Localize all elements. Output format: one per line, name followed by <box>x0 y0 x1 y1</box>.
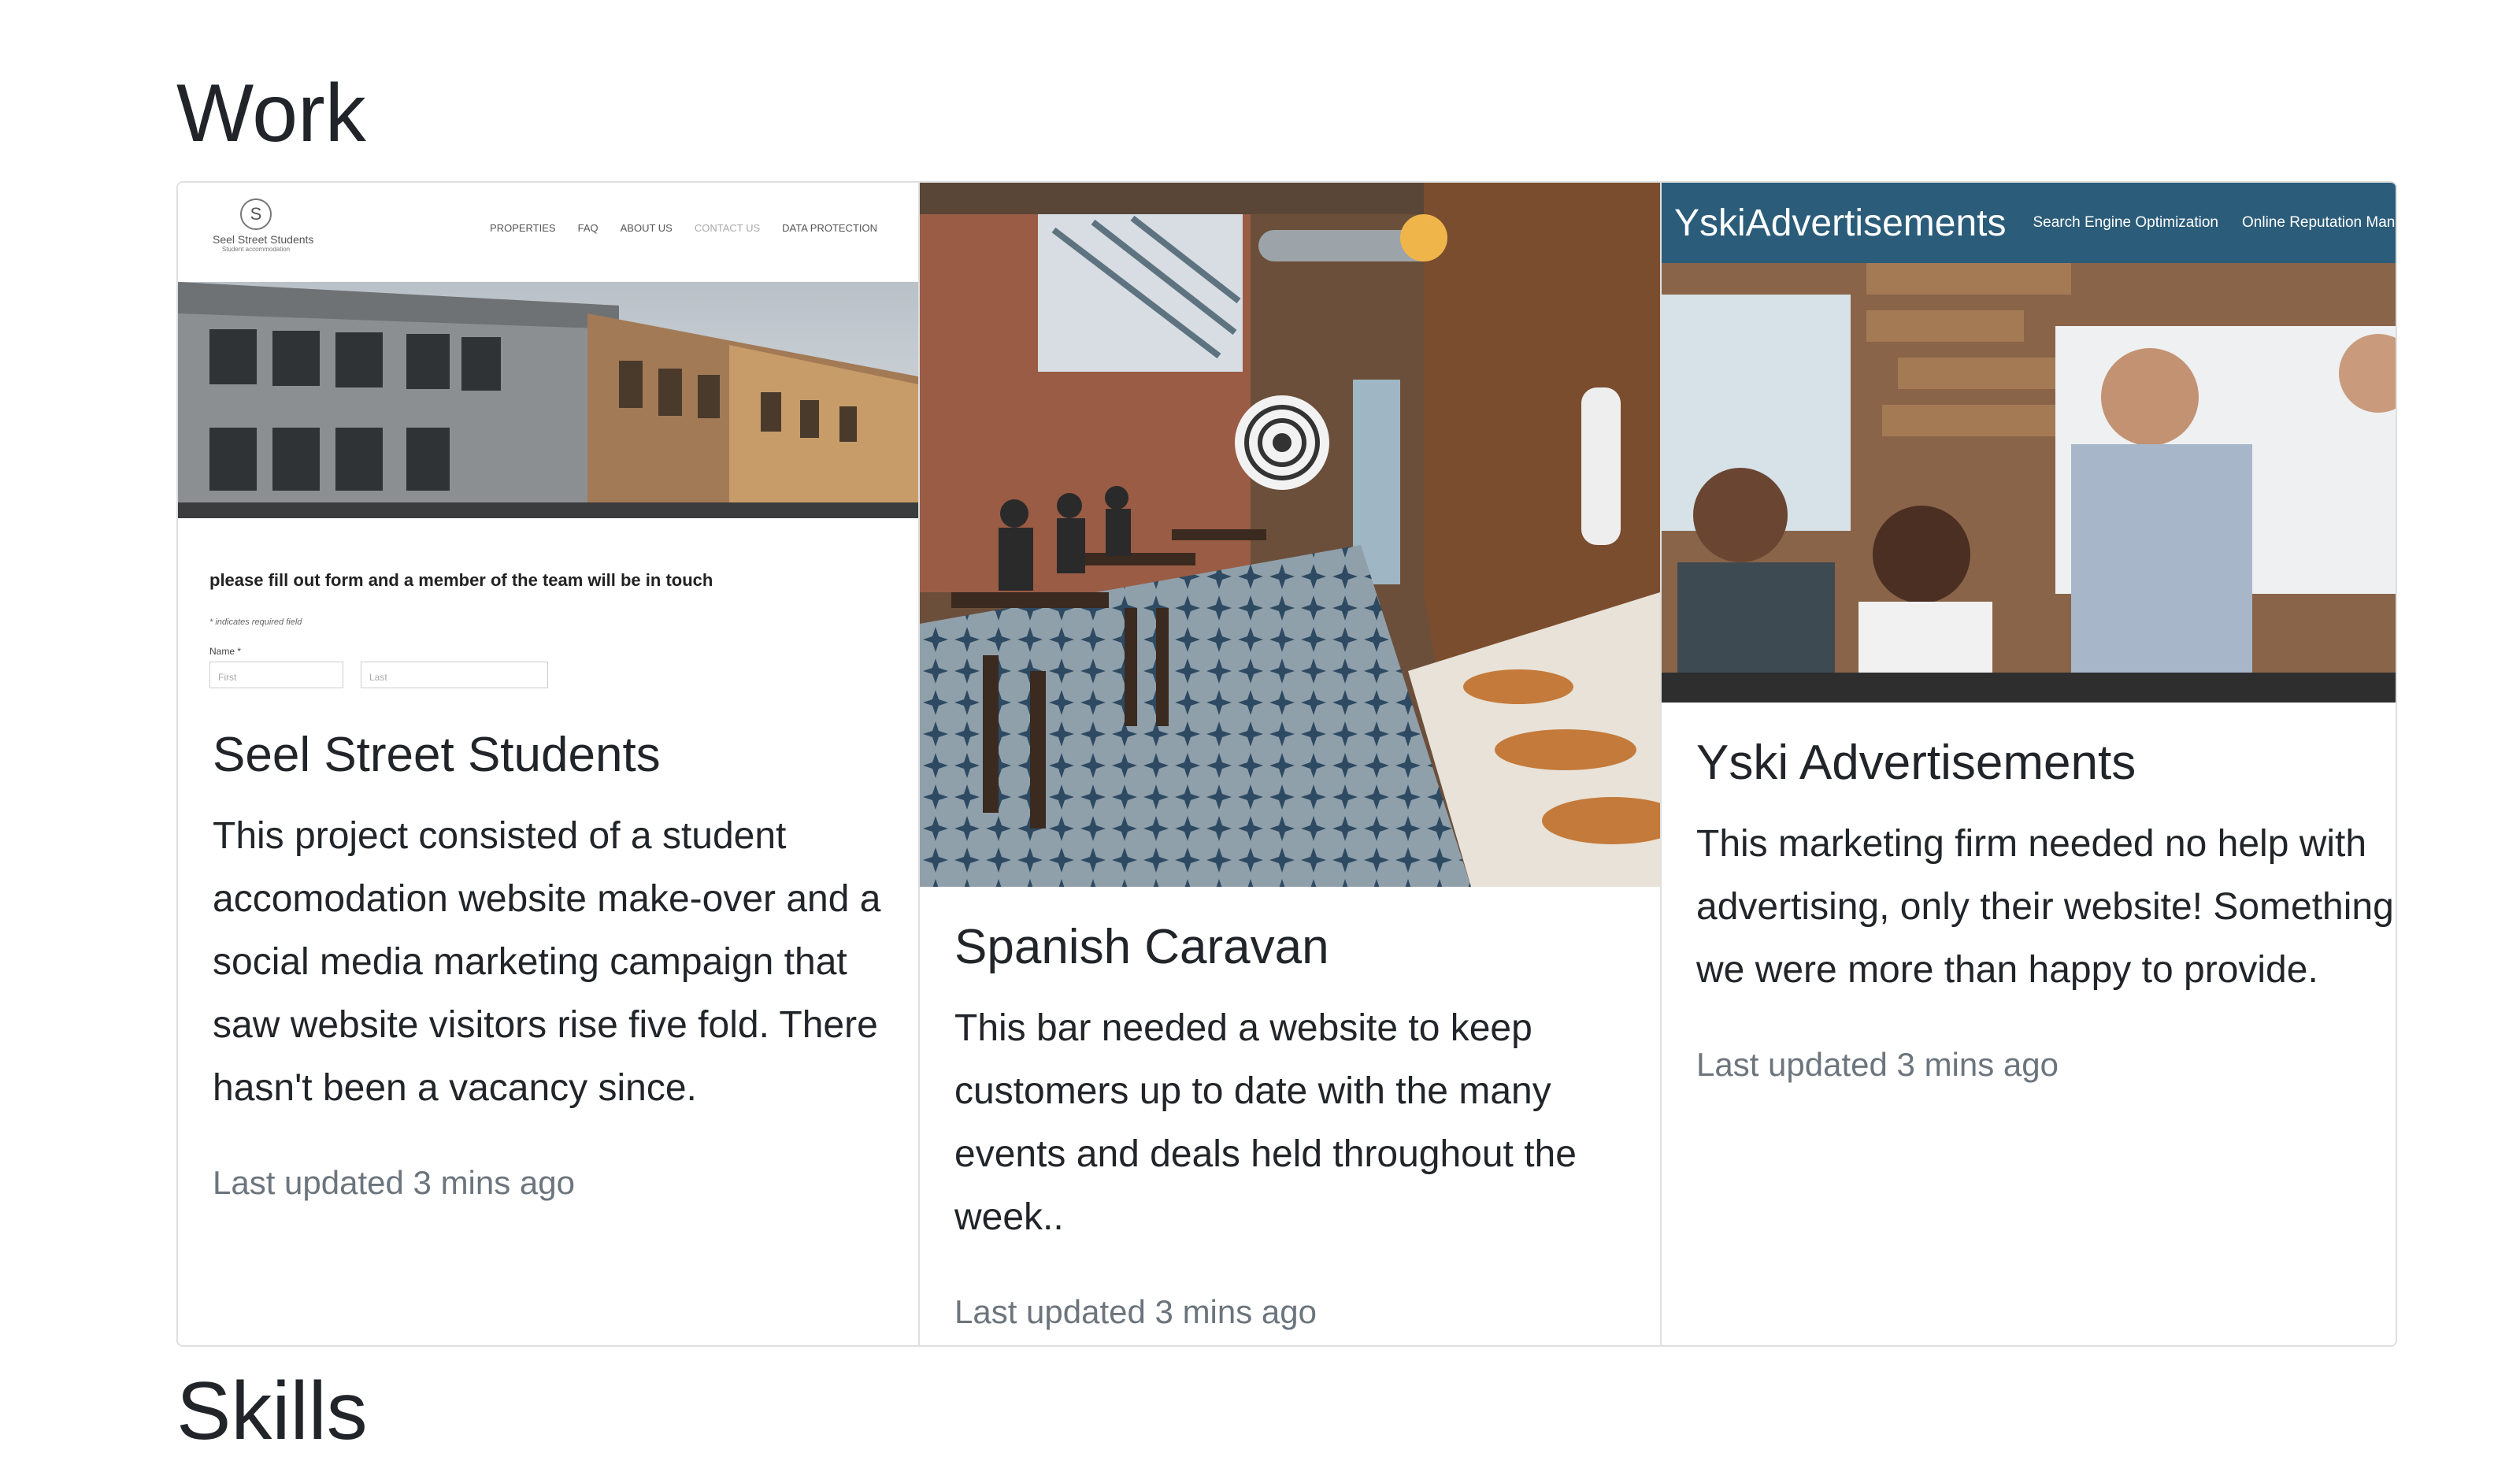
card-text: This marketing firm needed no help with … <box>1696 823 2394 992</box>
card-body: Seel Street Students This project consis… <box>178 695 918 1202</box>
work-card-seel-street[interactable]: S Seel Street Students Student accommoda… <box>178 183 918 1345</box>
work-card-yski-advertisements[interactable]: YskiAdvertisements Search Engine Optimiz… <box>1660 183 2396 1345</box>
mock-site-nav: Search Engine Optimization Online Reputa… <box>2033 214 2396 231</box>
card-title: Seel Street Students <box>213 728 661 782</box>
section-title-work: Work <box>176 68 366 159</box>
mock-site-header: S Seel Street Students Student accommoda… <box>178 183 918 282</box>
card-body: Spanish Caravan This bar needed a websit… <box>920 887 1660 1331</box>
mock-last-name-field: Last <box>361 662 548 688</box>
project-screenshot-seel-street: S Seel Street Students Student accommoda… <box>178 183 918 695</box>
work-card-spanish-caravan[interactable]: Spanish Caravan This bar needed a websit… <box>918 183 1660 1345</box>
mock-site-nav: PROPERTIES FAQ ABOUT US CONTACT US DATA … <box>490 222 877 234</box>
mock-site-logo: S Seel Street Students Student accommoda… <box>213 198 313 253</box>
card-last-updated: Last updated 3 mins ago <box>954 1293 1317 1331</box>
mock-site-brand: YskiAdvertisements <box>1674 202 2007 244</box>
section-title-skills: Skills <box>176 1366 368 1457</box>
card-last-updated: Last updated 3 mins ago <box>213 1164 575 1202</box>
card-title: Yski Advertisements <box>1696 736 2136 790</box>
mock-site-team-photo <box>1662 263 2396 703</box>
card-text: This bar needed a website to keep custom… <box>954 1007 1577 1239</box>
project-screenshot-yski: YskiAdvertisements Search Engine Optimiz… <box>1662 183 2396 703</box>
mock-first-name-field: First <box>209 662 343 688</box>
card-last-updated: Last updated 3 mins ago <box>1696 1046 2059 1084</box>
project-photo-spanish-caravan <box>920 183 1660 887</box>
card-text: This project consisted of a student acco… <box>213 815 881 1110</box>
work-card-group: S Seel Street Students Student accommoda… <box>176 181 2397 1347</box>
card-body: Yski Advertisements This marketing firm … <box>1662 703 2396 1084</box>
mock-site-header: YskiAdvertisements Search Engine Optimiz… <box>1662 183 2396 263</box>
mock-site-hero-street-photo <box>178 282 918 518</box>
card-title: Spanish Caravan <box>954 920 1329 974</box>
mock-site-contact-form: please fill out form and a member of the… <box>178 518 918 688</box>
